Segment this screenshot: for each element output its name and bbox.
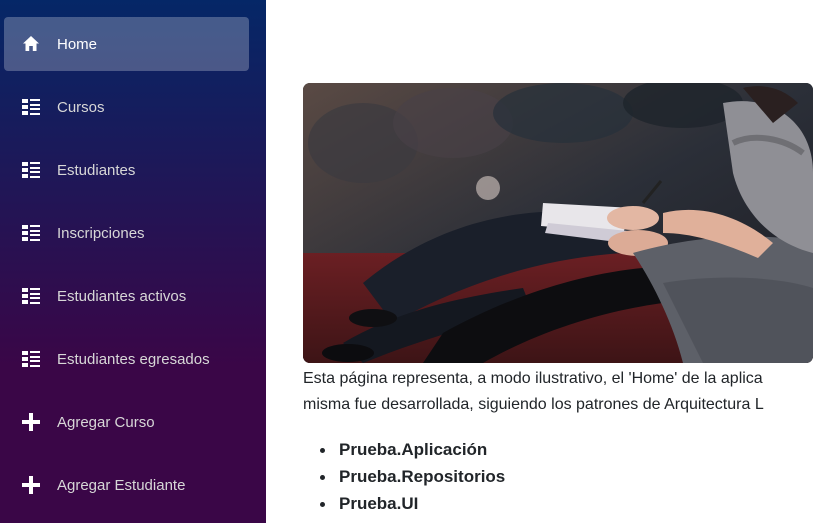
list-item: Prueba.Aplicación xyxy=(303,436,505,463)
sidebar-item-home[interactable]: Home xyxy=(4,17,249,71)
sidebar-item-label: Agregar Estudiante xyxy=(57,476,186,494)
sidebar-item-label: Home xyxy=(57,35,98,53)
list-item: Prueba.UI xyxy=(303,490,505,517)
list-item: Prueba.Repositorios xyxy=(303,463,505,490)
sidebar-item-agregar-curso[interactable]: Agregar Curso xyxy=(4,395,249,449)
audience-photo-illustration xyxy=(303,83,813,363)
sidebar-item-agregar-estudiante[interactable]: Agregar Estudiante xyxy=(4,458,249,512)
sidebar-item-estudiantes[interactable]: Estudiantes xyxy=(4,143,249,197)
sidebar-item-label: Agregar Curso xyxy=(57,413,155,431)
sidebar-item-estudiantes-activos[interactable]: Estudiantes activos xyxy=(4,269,249,323)
main-content: Esta página representa, a modo ilustrati… xyxy=(266,0,818,523)
list-icon xyxy=(21,97,41,117)
list-icon xyxy=(21,286,41,306)
sidebar-item-label: Estudiantes activos xyxy=(57,287,187,305)
intro-line-2: misma fue desarrollada, siguiendo los pa… xyxy=(303,396,764,413)
sidebar-item-cursos[interactable]: Cursos xyxy=(4,80,249,134)
sidebar-item-label: Estudiantes xyxy=(57,161,136,179)
sidebar-item-inscripciones[interactable]: Inscripciones xyxy=(4,206,249,260)
plus-icon xyxy=(21,412,41,432)
list-icon xyxy=(21,349,41,369)
sidebar-item-estudiantes-egresados[interactable]: Estudiantes egresados xyxy=(4,332,249,386)
plus-icon xyxy=(21,475,41,495)
intro-line-1: Esta página representa, a modo ilustrati… xyxy=(303,370,763,387)
list-icon xyxy=(21,160,41,180)
list-icon xyxy=(21,223,41,243)
sidebar-item-label: Cursos xyxy=(57,98,105,116)
sidebar-item-label: Estudiantes egresados xyxy=(57,350,210,368)
project-list: Prueba.Aplicación Prueba.Repositorios Pr… xyxy=(303,436,505,517)
app-window: Home Cursos Estudiantes Inscripciones Es xyxy=(0,0,818,523)
hero-image xyxy=(303,83,813,363)
home-icon xyxy=(21,34,41,54)
intro-paragraph: Esta página representa, a modo ilustrati… xyxy=(303,366,818,418)
sidebar-item-label: Inscripciones xyxy=(57,224,145,242)
sidebar-nav: Home Cursos Estudiantes Inscripciones Es xyxy=(0,0,266,523)
